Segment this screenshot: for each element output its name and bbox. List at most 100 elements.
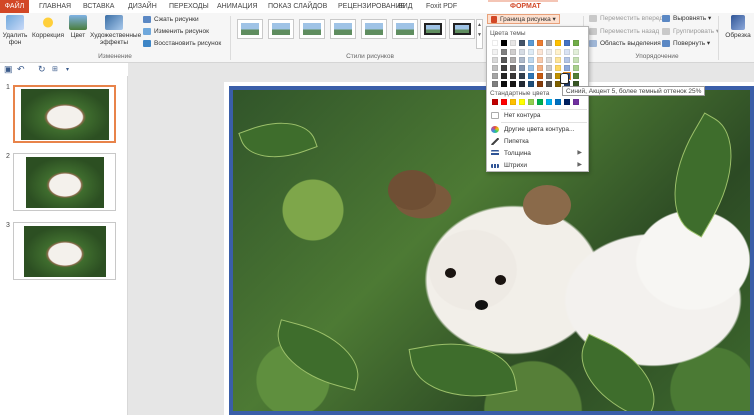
selection-pane-button[interactable]: Область выделения <box>589 39 661 49</box>
undo-icon[interactable]: ↶ <box>17 64 25 75</box>
group-button[interactable]: Группировать ▾ <box>662 27 719 37</box>
theme-color-swatch[interactable] <box>528 73 534 79</box>
theme-color-swatch[interactable] <box>501 57 507 63</box>
theme-color-swatch[interactable] <box>528 57 534 63</box>
standard-color-swatch[interactable] <box>501 99 507 105</box>
remove-background-button[interactable]: Удалить фон <box>2 15 28 46</box>
theme-color-swatch[interactable] <box>546 73 552 79</box>
picture-style-3[interactable] <box>299 19 325 39</box>
no-outline-item[interactable]: Нет контура <box>488 110 588 121</box>
theme-color-swatch[interactable] <box>546 49 552 55</box>
theme-color-swatch[interactable] <box>537 57 543 63</box>
theme-color-swatch[interactable] <box>492 81 498 87</box>
theme-color-swatch[interactable] <box>519 65 525 71</box>
standard-color-swatch[interactable] <box>564 99 570 105</box>
rotate-button[interactable]: Повернуть ▾ <box>662 39 710 49</box>
theme-color-swatch[interactable] <box>564 49 570 55</box>
theme-color-swatch[interactable] <box>510 65 516 71</box>
theme-color-swatch[interactable] <box>573 49 579 55</box>
theme-color-swatch[interactable] <box>546 57 552 63</box>
tab-transitions[interactable]: ПЕРЕХОДЫ <box>165 1 213 12</box>
tab-foxit-pdf[interactable]: Foxit PDF <box>422 1 461 12</box>
dashes-item[interactable]: Штрихи ▶ <box>488 160 588 171</box>
theme-color-swatch[interactable] <box>546 40 552 46</box>
save-icon[interactable]: ▣ <box>4 64 13 75</box>
theme-color-swatch[interactable] <box>528 40 534 46</box>
styles-gallery-scroll[interactable]: ▲ ▼ <box>476 19 483 49</box>
theme-color-swatch[interactable] <box>501 40 507 46</box>
theme-color-swatch[interactable] <box>492 49 498 55</box>
standard-color-swatch[interactable] <box>528 99 534 105</box>
theme-color-swatch[interactable] <box>492 57 498 63</box>
reset-picture-button[interactable]: Восстановить рисунок <box>143 39 221 49</box>
theme-color-swatch[interactable] <box>555 65 561 71</box>
standard-color-swatch[interactable] <box>555 99 561 105</box>
tab-home[interactable]: ГЛАВНАЯ <box>35 1 75 12</box>
color-button[interactable]: Цвет <box>67 15 89 39</box>
crop-button[interactable]: Обрезка <box>722 15 754 39</box>
tab-insert[interactable]: ВСТАВКА <box>79 1 118 12</box>
change-picture-button[interactable]: Изменить рисунок <box>143 27 209 37</box>
theme-color-swatch[interactable] <box>564 65 570 71</box>
eyedropper-item[interactable]: Пипетка <box>488 136 588 147</box>
picture-style-1[interactable] <box>237 19 263 39</box>
compress-pictures-button[interactable]: Сжать рисунки <box>143 15 199 25</box>
theme-color-swatch[interactable] <box>537 40 543 46</box>
theme-color-swatch[interactable] <box>510 81 516 87</box>
artistic-effects-button[interactable]: Художественные эффекты <box>90 15 141 46</box>
theme-color-swatch[interactable] <box>492 65 498 71</box>
theme-color-swatch[interactable] <box>546 65 552 71</box>
theme-color-swatch[interactable] <box>555 49 561 55</box>
slide-thumbnail-2[interactable] <box>13 153 116 211</box>
corrections-button[interactable]: Коррекция <box>31 15 65 39</box>
theme-color-swatch[interactable] <box>510 40 516 46</box>
picture-style-2[interactable] <box>268 19 294 39</box>
tab-format[interactable]: ФОРМАТ <box>506 1 545 12</box>
theme-color-swatch[interactable] <box>528 49 534 55</box>
more-outline-colors-item[interactable]: Другие цвета контура... <box>488 124 588 135</box>
theme-color-swatch[interactable] <box>528 65 534 71</box>
bring-forward-button[interactable]: Переместить вперед <box>589 14 663 24</box>
standard-color-swatch[interactable] <box>492 99 498 105</box>
tab-slideshow[interactable]: ПОКАЗ СЛАЙДОВ <box>264 1 331 12</box>
theme-color-swatch[interactable] <box>573 73 579 79</box>
picture-border-button[interactable]: Граница рисунка ▾ <box>487 14 560 24</box>
theme-color-swatch[interactable] <box>573 40 579 46</box>
tab-design[interactable]: ДИЗАЙН <box>124 1 161 12</box>
slide-thumbnail-1[interactable] <box>13 85 116 143</box>
theme-color-swatch[interactable] <box>510 73 516 79</box>
slide-thumbnail-3[interactable] <box>13 222 116 280</box>
picture-style-6[interactable] <box>392 19 418 39</box>
standard-color-swatch[interactable] <box>537 99 543 105</box>
theme-color-swatch[interactable] <box>528 81 534 87</box>
standard-color-swatch[interactable] <box>546 99 552 105</box>
picture-style-7[interactable] <box>420 19 446 39</box>
align-button[interactable]: Выровнять ▾ <box>662 14 711 24</box>
theme-color-swatch[interactable] <box>519 73 525 79</box>
theme-color-swatch[interactable] <box>537 81 543 87</box>
theme-color-swatch[interactable] <box>519 40 525 46</box>
theme-color-swatch[interactable] <box>510 49 516 55</box>
theme-color-swatch[interactable] <box>492 40 498 46</box>
theme-color-swatch[interactable] <box>492 73 498 79</box>
theme-color-swatch[interactable] <box>555 57 561 63</box>
picture-style-4[interactable] <box>330 19 356 39</box>
tab-animations[interactable]: АНИМАЦИЯ <box>213 1 262 12</box>
customize-qat-icon[interactable]: ▾ <box>66 66 69 73</box>
theme-color-swatch[interactable] <box>501 73 507 79</box>
standard-color-swatch[interactable] <box>573 99 579 105</box>
theme-color-swatch[interactable] <box>546 81 552 87</box>
redo-icon[interactable]: ↻ <box>38 64 46 75</box>
theme-color-swatch[interactable] <box>573 57 579 63</box>
standard-color-swatch[interactable] <box>510 99 516 105</box>
theme-color-swatch[interactable] <box>573 65 579 71</box>
theme-color-swatch[interactable] <box>519 49 525 55</box>
theme-color-swatch[interactable] <box>501 65 507 71</box>
theme-color-swatch[interactable] <box>501 81 507 87</box>
picture-style-8[interactable] <box>449 19 475 39</box>
tab-view[interactable]: ВИД <box>394 1 416 12</box>
theme-color-swatch[interactable] <box>501 49 507 55</box>
send-backward-button[interactable]: Переместить назад <box>589 27 659 37</box>
theme-color-swatch[interactable] <box>537 49 543 55</box>
theme-color-swatch[interactable] <box>537 65 543 71</box>
